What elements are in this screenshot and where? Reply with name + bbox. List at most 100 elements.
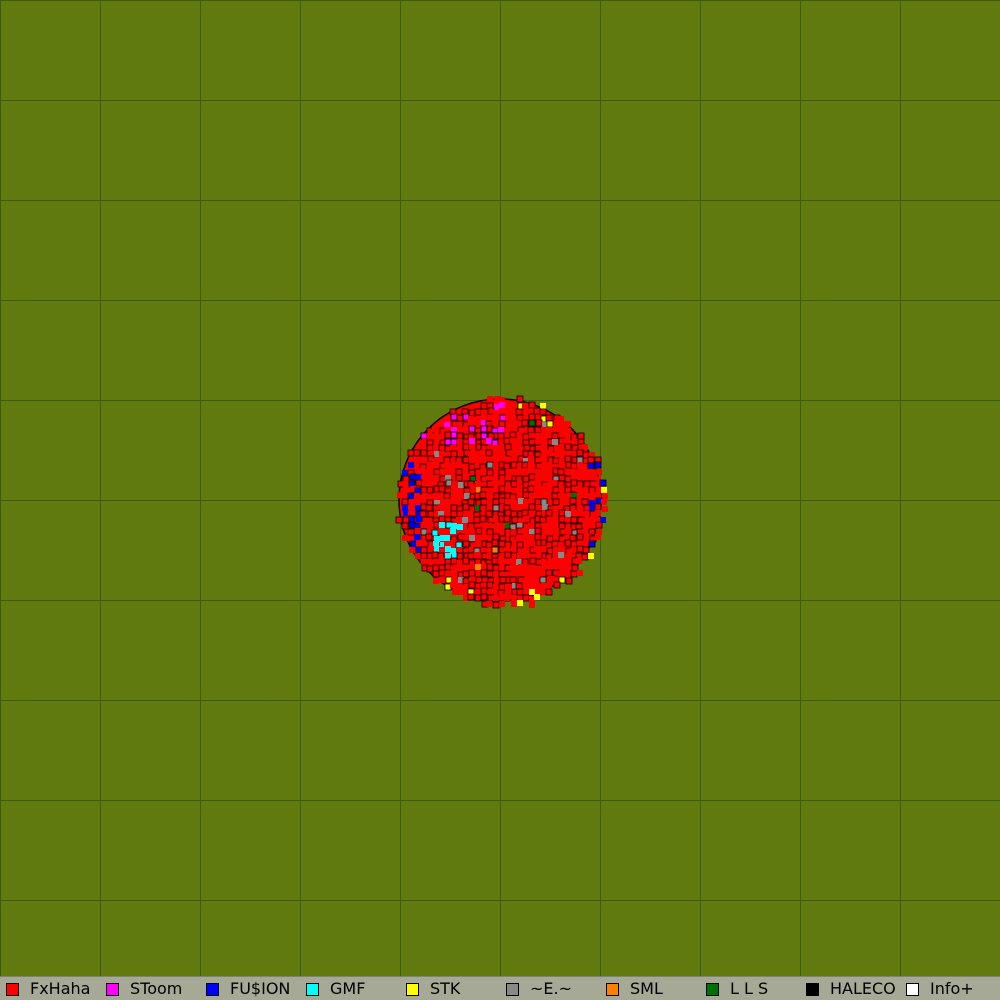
territory-cell[interactable] xyxy=(498,558,504,564)
territory-cell[interactable] xyxy=(517,553,523,559)
territory-cell[interactable] xyxy=(553,581,561,589)
territory-cell[interactable] xyxy=(486,528,494,536)
territory-cell[interactable] xyxy=(535,566,541,572)
territory-cell[interactable] xyxy=(557,468,565,476)
territory-cell[interactable] xyxy=(463,535,469,541)
territory-cell[interactable] xyxy=(534,594,540,600)
territory-cell[interactable] xyxy=(444,431,452,439)
territory-cell[interactable] xyxy=(564,539,572,547)
territory-cell[interactable] xyxy=(456,552,464,560)
territory-cell[interactable] xyxy=(565,511,571,517)
territory-cell[interactable] xyxy=(559,486,565,492)
territory-cell[interactable] xyxy=(468,409,476,417)
territory-cell[interactable] xyxy=(463,511,469,517)
territory-cell[interactable] xyxy=(413,449,421,457)
territory-cell[interactable] xyxy=(439,522,445,528)
territory-cell[interactable] xyxy=(438,569,446,577)
territory-cell[interactable] xyxy=(528,571,534,577)
territory-cell[interactable] xyxy=(515,582,523,590)
territory-cell[interactable] xyxy=(558,552,564,558)
territory-cell[interactable] xyxy=(564,558,570,564)
territory-cell[interactable] xyxy=(474,582,482,590)
territory-cell[interactable] xyxy=(433,468,441,476)
territory-cell[interactable] xyxy=(444,563,452,571)
territory-cell[interactable] xyxy=(463,565,469,571)
territory-cell[interactable] xyxy=(523,504,529,510)
territory-cell[interactable] xyxy=(583,480,591,488)
territory-cell[interactable] xyxy=(420,540,426,546)
territory-cell[interactable] xyxy=(421,522,427,528)
territory-cell[interactable] xyxy=(492,533,500,541)
legend-item-stk[interactable]: STK xyxy=(400,977,500,1000)
territory-cell[interactable] xyxy=(455,474,463,482)
legend-item-stoom[interactable]: SToom xyxy=(100,977,200,1000)
territory-cell[interactable] xyxy=(529,534,535,540)
territory-cell[interactable] xyxy=(407,492,415,500)
game-map[interactable] xyxy=(0,0,1000,976)
territory-cell[interactable] xyxy=(552,457,560,465)
territory-cell[interactable] xyxy=(522,594,530,602)
territory-cell[interactable] xyxy=(570,570,578,578)
territory-cell[interactable] xyxy=(408,515,416,523)
territory-cell[interactable] xyxy=(528,541,534,547)
territory-cell[interactable] xyxy=(565,572,571,578)
territory-cell[interactable] xyxy=(438,504,444,510)
territory-cell[interactable] xyxy=(450,510,458,518)
territory-cell[interactable] xyxy=(510,469,516,475)
territory-cell[interactable] xyxy=(486,570,494,578)
territory-cell[interactable] xyxy=(493,595,499,601)
territory-cell[interactable] xyxy=(498,540,506,548)
legend-item-info-plus[interactable]: Info+ xyxy=(900,977,1000,1000)
territory-cell[interactable] xyxy=(458,482,464,488)
territory-cell[interactable] xyxy=(444,462,450,468)
territory-cell[interactable] xyxy=(565,566,571,572)
map-svg[interactable] xyxy=(0,0,1000,976)
territory-cell[interactable] xyxy=(439,547,445,553)
territory-cell[interactable] xyxy=(595,521,603,529)
territory-cell[interactable] xyxy=(546,583,552,589)
territory-cell[interactable] xyxy=(438,457,444,463)
territory-cell[interactable] xyxy=(540,445,546,451)
territory-cell[interactable] xyxy=(475,541,481,547)
territory-cell[interactable] xyxy=(553,516,559,522)
territory-cell[interactable] xyxy=(427,481,433,487)
territory-cell[interactable] xyxy=(576,545,584,553)
territory-cell[interactable] xyxy=(421,458,427,464)
territory-cell[interactable] xyxy=(462,503,470,511)
territory-cell[interactable] xyxy=(468,581,476,589)
territory-cell[interactable] xyxy=(565,528,571,534)
territory-cell[interactable] xyxy=(503,515,511,523)
territory-cell[interactable] xyxy=(409,473,417,481)
territory-cell[interactable] xyxy=(599,479,607,487)
territory-cell[interactable] xyxy=(420,546,428,554)
territory-cell[interactable] xyxy=(493,463,499,469)
territory-cell[interactable] xyxy=(516,588,524,596)
territory-cell[interactable] xyxy=(534,583,540,589)
territory-cell[interactable] xyxy=(492,480,498,486)
territory-cell[interactable] xyxy=(497,432,505,440)
territory-cell[interactable] xyxy=(409,499,415,505)
territory-cell[interactable] xyxy=(455,468,463,476)
territory-cell[interactable] xyxy=(428,522,434,528)
territory-cell[interactable] xyxy=(480,425,488,433)
territory-cell[interactable] xyxy=(565,517,571,523)
territory-cell[interactable] xyxy=(504,551,512,559)
territory-cell[interactable] xyxy=(581,553,589,561)
territory-cell[interactable] xyxy=(462,577,470,585)
territory-cell[interactable] xyxy=(552,558,558,564)
territory-cell[interactable] xyxy=(491,546,499,554)
territory-cell[interactable] xyxy=(521,461,529,469)
territory-cell[interactable] xyxy=(403,487,409,493)
territory-cell[interactable] xyxy=(529,512,535,518)
territory-cell[interactable] xyxy=(434,475,440,481)
territory-cell[interactable] xyxy=(498,485,506,493)
territory-cell[interactable] xyxy=(587,456,595,464)
territory-cell[interactable] xyxy=(588,540,596,548)
territory-cell[interactable] xyxy=(570,516,578,524)
territory-cell[interactable] xyxy=(456,492,462,498)
territory-cell[interactable] xyxy=(551,432,559,440)
territory-cell[interactable] xyxy=(510,565,516,571)
territory-cell[interactable] xyxy=(529,433,535,439)
territory-cell[interactable] xyxy=(402,516,410,524)
territory-cell[interactable] xyxy=(486,601,492,607)
